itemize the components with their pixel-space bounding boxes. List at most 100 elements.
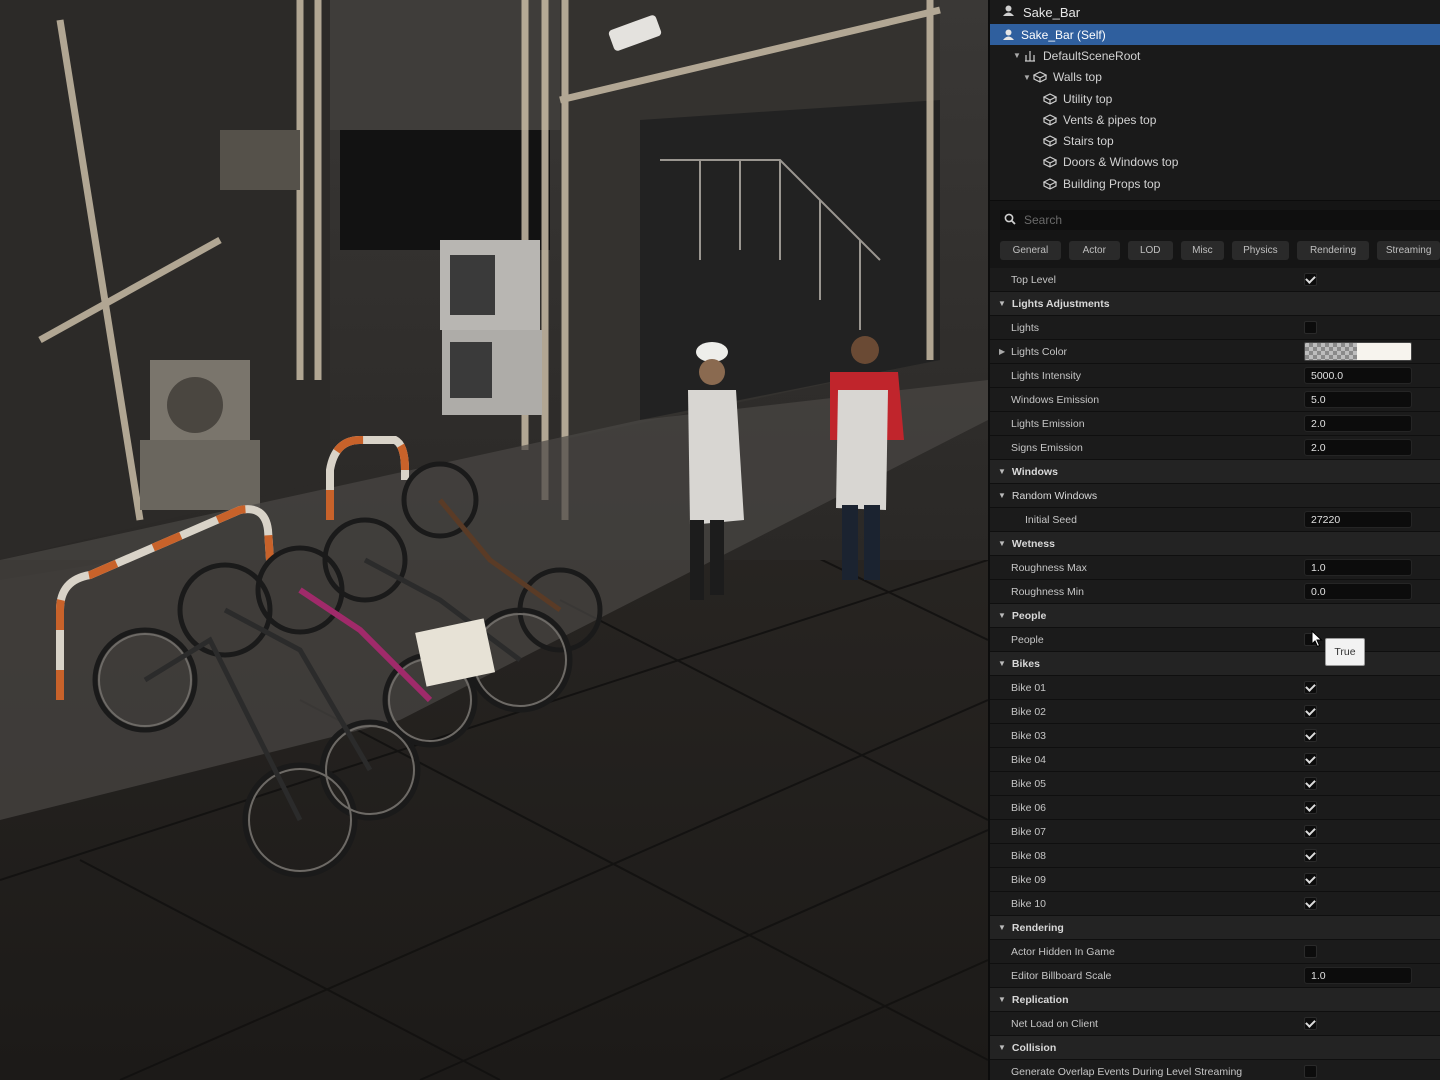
property-name: Bike 07 — [990, 826, 1292, 838]
property-name: Bike 10 — [990, 898, 1292, 910]
component-tree[interactable]: Sake_Bar (Self) ▼ DefaultSceneRoot ▼ Walls t… — [990, 24, 1440, 202]
category-label: Windows — [1011, 465, 1058, 478]
checkbox[interactable] — [1304, 321, 1317, 335]
tree-item[interactable]: ▼ Walls top — [990, 67, 1440, 88]
tab-rendering[interactable]: Rendering — [1296, 241, 1370, 261]
property-name: Initial Seed — [990, 514, 1292, 526]
checkbox[interactable] — [1304, 897, 1317, 911]
property-name: Generate Overlap Events During Level Str… — [990, 1066, 1292, 1078]
collapse-arrow-icon[interactable]: ▼ — [998, 659, 1006, 668]
checkbox[interactable] — [1304, 1017, 1317, 1031]
property-label: Net Load on Client — [1011, 1017, 1098, 1030]
property-value: 1.0 — [1292, 559, 1440, 577]
property-row: ▶ Lights Color — [990, 340, 1440, 365]
checkbox[interactable] — [1304, 729, 1317, 743]
numeric-input[interactable]: 27220 — [1304, 511, 1412, 529]
checkbox[interactable] — [1304, 873, 1317, 887]
color-picker-swatch[interactable] — [1304, 342, 1412, 362]
property-label: Actor Hidden In Game — [1011, 945, 1115, 958]
tree-item[interactable]: Stairs top — [990, 130, 1440, 151]
expand-arrow-icon[interactable]: ▶ — [999, 347, 1009, 356]
collapse-arrow-icon[interactable]: ▼ — [998, 467, 1006, 476]
actor-name: Sake_Bar — [1023, 4, 1081, 20]
checkbox[interactable] — [1304, 1065, 1317, 1079]
category-header[interactable]: ▼ Replication — [990, 988, 1440, 1013]
property-name: Roughness Max — [990, 562, 1292, 574]
collapse-arrow-icon[interactable]: ▼ — [998, 1043, 1006, 1052]
tree-item-label: Walls top — [1053, 70, 1102, 85]
property-value — [1292, 273, 1440, 287]
collapse-arrow-icon[interactable]: ▼ — [998, 995, 1006, 1004]
tree-item[interactable]: Building Props top — [990, 173, 1440, 194]
checkbox[interactable] — [1304, 753, 1317, 767]
checkbox[interactable] — [1304, 681, 1317, 695]
property-value — [1292, 849, 1440, 863]
property-label: Editor Billboard Scale — [1011, 969, 1112, 982]
level-viewport[interactable] — [0, 0, 988, 1080]
tab-actor[interactable]: Actor — [1068, 241, 1120, 261]
cube-icon — [1042, 113, 1058, 127]
property-row: Bike 06 — [990, 796, 1440, 821]
property-row: Actor Hidden In Game — [990, 940, 1440, 965]
property-value: 2.0 — [1292, 415, 1440, 433]
checkbox[interactable] — [1304, 273, 1317, 287]
numeric-input[interactable]: 2.0 — [1304, 415, 1412, 433]
tab-streaming[interactable]: Streaming — [1377, 241, 1440, 261]
category-label: People — [1011, 609, 1047, 622]
category-header[interactable]: ▼ Wetness — [990, 532, 1440, 557]
property-label: Bike 07 — [1011, 825, 1047, 838]
numeric-input[interactable]: 5000.0 — [1304, 367, 1412, 385]
category-label: Bikes — [1011, 657, 1040, 670]
tab-lod[interactable]: LOD — [1127, 241, 1173, 261]
category-header[interactable]: ▼ Bikes — [990, 652, 1440, 677]
category-header[interactable]: ▼ Collision — [990, 1036, 1440, 1061]
property-name: Lights Emission — [990, 418, 1292, 430]
category-header[interactable]: ▼ Random Windows — [990, 484, 1440, 509]
numeric-input[interactable]: 1.0 — [1304, 559, 1412, 577]
tree-item[interactable]: Vents & pipes top — [990, 109, 1440, 130]
checkbox[interactable] — [1304, 945, 1317, 959]
numeric-input[interactable]: 0.0 — [1304, 583, 1412, 601]
property-name: Bike 05 — [990, 778, 1292, 790]
collapse-arrow-icon[interactable]: ▼ — [998, 491, 1006, 500]
property-label: Generate Overlap Events During Level Str… — [1011, 1065, 1243, 1078]
property-value — [1292, 753, 1440, 767]
property-label: Bike 05 — [1011, 777, 1047, 790]
tab-misc[interactable]: Misc — [1180, 241, 1224, 261]
expand-arrow-icon[interactable]: ▼ — [1012, 51, 1022, 60]
expand-arrow-icon[interactable]: ▼ — [1022, 73, 1032, 82]
numeric-input[interactable]: 5.0 — [1304, 391, 1412, 409]
checkbox[interactable] — [1304, 777, 1317, 791]
search-input[interactable]: Search — [1000, 210, 1440, 231]
tab-general[interactable]: General — [1000, 241, 1061, 261]
category-header[interactable]: ▼ Lights Adjustments — [990, 292, 1440, 317]
category-header[interactable]: ▼ People — [990, 604, 1440, 629]
tree-item[interactable]: Sake_Bar (Self) — [990, 24, 1440, 46]
collapse-arrow-icon[interactable]: ▼ — [998, 611, 1006, 620]
category-header[interactable]: ▼ Windows — [990, 460, 1440, 485]
property-row: Bike 10 — [990, 892, 1440, 917]
property-row: Lights — [990, 316, 1440, 341]
property-row: Bike 05 — [990, 772, 1440, 797]
checkbox[interactable] — [1304, 849, 1317, 863]
collapse-arrow-icon[interactable]: ▼ — [998, 539, 1006, 548]
property-name: Roughness Min — [990, 586, 1292, 598]
actor-icon — [1002, 4, 1015, 20]
property-label: People — [1011, 633, 1044, 646]
tree-item[interactable]: Utility top — [990, 88, 1440, 109]
tree-item[interactable]: ▼ DefaultSceneRoot — [990, 45, 1440, 66]
numeric-input[interactable]: 1.0 — [1304, 967, 1412, 985]
numeric-input[interactable]: 2.0 — [1304, 439, 1412, 457]
tab-physics[interactable]: Physics — [1231, 241, 1289, 261]
property-name: People — [990, 634, 1292, 646]
property-value — [1292, 1017, 1440, 1031]
tree-item-label: Vents & pipes top — [1063, 112, 1157, 127]
category-header[interactable]: ▼ Rendering — [990, 916, 1440, 941]
checkbox[interactable] — [1304, 825, 1317, 839]
collapse-arrow-icon[interactable]: ▼ — [998, 299, 1006, 308]
collapse-arrow-icon[interactable]: ▼ — [998, 923, 1006, 932]
property-row: Lights Intensity 5000.0 — [990, 364, 1440, 389]
tree-item[interactable]: Doors & Windows top — [990, 152, 1440, 173]
checkbox[interactable] — [1304, 705, 1317, 719]
checkbox[interactable] — [1304, 801, 1317, 815]
